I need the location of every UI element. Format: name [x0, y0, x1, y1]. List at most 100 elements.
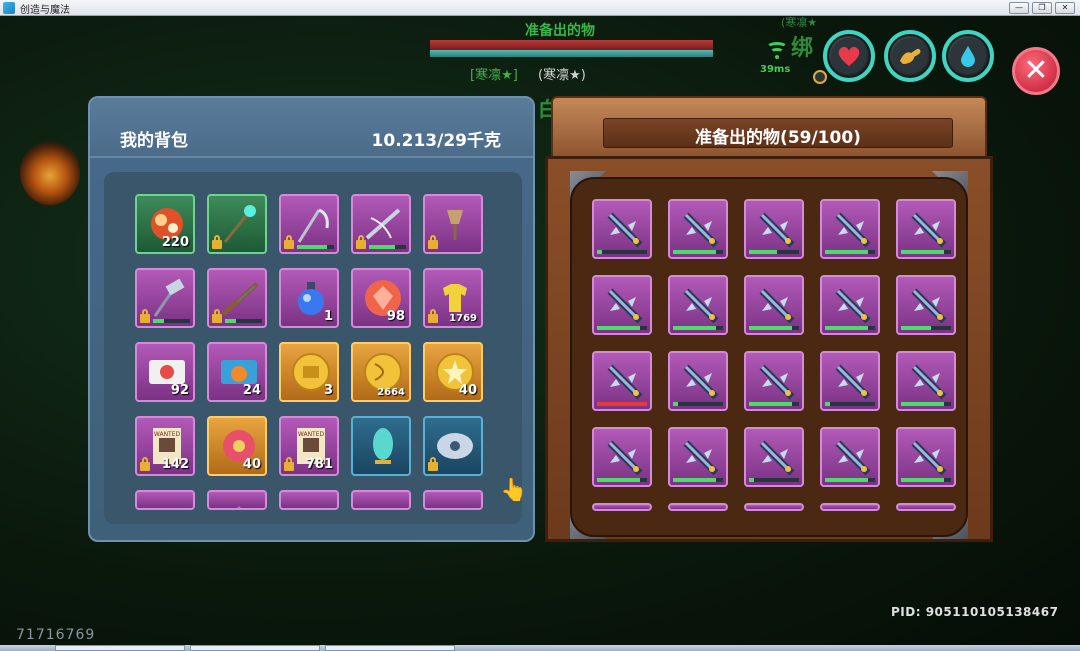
inventory-slot[interactable]: 2664 [351, 342, 411, 402]
water-stat-button[interactable] [942, 30, 994, 82]
inventory-slot[interactable] [668, 503, 728, 511]
strength-icon [892, 38, 928, 74]
durability-bar [901, 250, 951, 254]
durability-fill [597, 250, 602, 254]
inventory-slot[interactable]: 24 [207, 342, 267, 402]
inventory-slot[interactable] [592, 351, 652, 411]
inventory-slot[interactable]: 220 [135, 194, 195, 254]
window-close-button[interactable]: ✕ [1055, 2, 1075, 14]
inventory-slot[interactable] [351, 490, 411, 510]
chest-body [545, 156, 993, 542]
inventory-slot[interactable]: 40 [423, 342, 483, 402]
inventory-slot[interactable] [744, 503, 804, 511]
ice-crossbow-icon [361, 202, 405, 246]
ping-value: 39ms [760, 64, 791, 75]
ice-scythe-icon [289, 202, 333, 246]
inventory-slot[interactable] [207, 490, 267, 510]
inventory-slot[interactable] [668, 427, 728, 487]
inventory-slot[interactable] [820, 275, 880, 335]
inventory-slot[interactable] [744, 275, 804, 335]
ice-sword-icon [602, 359, 646, 403]
inventory-slot[interactable] [592, 275, 652, 335]
lock-icon [212, 235, 222, 249]
inventory-slot[interactable] [820, 503, 880, 511]
inventory-slot[interactable] [207, 268, 267, 328]
inventory-slot[interactable] [820, 351, 880, 411]
window-title: 创造与魔法 [20, 5, 70, 16]
durability-bar [901, 478, 951, 482]
lock-icon [284, 235, 294, 249]
inventory-slot[interactable] [351, 416, 411, 476]
inventory-slot[interactable] [135, 490, 195, 510]
inventory-slot[interactable] [896, 503, 956, 511]
inventory-slot[interactable] [351, 194, 411, 254]
inventory-slot[interactable]: WANTED 142 [135, 416, 195, 476]
inventory-slot[interactable] [744, 351, 804, 411]
item-count: 92 [170, 383, 189, 398]
goblet-weapon-icon [433, 202, 477, 246]
inventory-slot[interactable] [896, 275, 956, 335]
inventory-slot[interactable] [279, 194, 339, 254]
taskbar-item[interactable] [190, 645, 320, 651]
inventory-slot[interactable]: 1769 [423, 268, 483, 328]
inventory-slot[interactable]: 40 [207, 416, 267, 476]
lock-icon [428, 235, 438, 249]
inventory-slot[interactable] [744, 199, 804, 259]
svg-text:WANTED: WANTED [298, 431, 325, 438]
inventory-slot[interactable] [820, 427, 880, 487]
inventory-slot[interactable] [668, 275, 728, 335]
durability-fill [901, 402, 944, 406]
inventory-slot[interactable] [896, 351, 956, 411]
durability-bar [153, 319, 190, 323]
durability-fill [597, 402, 647, 406]
durability-bar [369, 245, 406, 249]
inventory-slot[interactable] [279, 490, 339, 510]
inventory-slot[interactable] [744, 427, 804, 487]
durability-fill [749, 250, 777, 254]
inventory-slot[interactable] [896, 427, 956, 487]
inventory-slot[interactable] [135, 268, 195, 328]
inventory-slot[interactable]: 1 [279, 268, 339, 328]
minimize-button[interactable]: — [1009, 2, 1029, 14]
health-stat-button[interactable] [823, 30, 875, 82]
inventory-slot[interactable]: 92 [135, 342, 195, 402]
inventory-slot[interactable] [592, 199, 652, 259]
taskbar-item[interactable] [55, 645, 185, 651]
backpack-panel: 我的背包 10.213/29千克 220 1 98 1769 92 24 3 2664 40 WA… [88, 96, 535, 542]
ice-sword-icon [830, 359, 874, 403]
inventory-slot[interactable] [820, 199, 880, 259]
inventory-slot[interactable] [423, 490, 483, 510]
inventory-slot[interactable] [896, 199, 956, 259]
item-count: 98 [386, 309, 405, 324]
taskbar-item[interactable] [325, 645, 455, 651]
ice-sword-icon [754, 359, 798, 403]
os-taskbar [0, 645, 1080, 651]
durability-fill [297, 245, 327, 249]
durability-fill [369, 245, 395, 249]
inventory-slot[interactable] [668, 199, 728, 259]
durability-fill [749, 402, 792, 406]
maximize-button[interactable]: ❐ [1032, 2, 1052, 14]
strength-stat-button[interactable] [884, 30, 936, 82]
inventory-slot[interactable]: 98 [351, 268, 411, 328]
backpack-grid[interactable]: 220 1 98 1769 92 24 3 2664 40 WANTED 142 40 WANTED 78… [104, 172, 522, 524]
inventory-slot[interactable] [423, 416, 483, 476]
inventory-slot[interactable]: 3 [279, 342, 339, 402]
inventory-slot[interactable] [423, 194, 483, 254]
ice-sword-icon [754, 283, 798, 327]
inventory-slot[interactable] [592, 503, 652, 511]
close-panel-button[interactable]: ✕ [1012, 47, 1060, 95]
item-count: 1 [323, 309, 333, 324]
chest-grid[interactable] [570, 177, 968, 537]
inventory-slot[interactable]: WANTED 781 [279, 416, 339, 476]
window-titlebar: 创造与魔法 — ❐ ✕ [0, 0, 1080, 16]
item-count: 220 [161, 235, 189, 250]
inventory-slot[interactable] [668, 351, 728, 411]
durability-bar [673, 402, 723, 406]
inventory-slot[interactable] [592, 427, 652, 487]
durability-bar [825, 478, 875, 482]
inventory-slot[interactable] [207, 194, 267, 254]
item-count: 1769 [449, 313, 477, 324]
wifi-icon-dot [775, 55, 779, 59]
durability-fill [597, 478, 640, 482]
